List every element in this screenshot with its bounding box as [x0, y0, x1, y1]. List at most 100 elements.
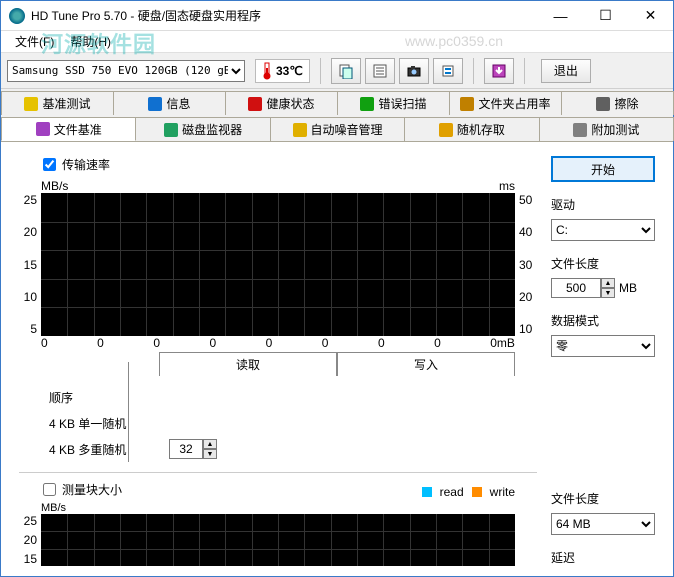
tab-label: 错误扫描: [378, 95, 426, 112]
start-button[interactable]: 开始: [551, 156, 655, 182]
chart2-plot-area: [41, 514, 515, 566]
filelen-down-button[interactable]: ▼: [601, 288, 615, 298]
rand-multi-label: 4 KB 多重随机: [49, 441, 159, 458]
transfer-rate-checkbox[interactable]: [43, 158, 56, 171]
tab1-5[interactable]: 擦除: [561, 91, 674, 115]
transfer-chart: 252015105 5040302010: [19, 193, 537, 336]
filelen-up-button[interactable]: ▲: [601, 278, 615, 288]
menubar: 河源软件园 www.pc0359.cn 文件(F) 帮助(H): [1, 31, 673, 53]
separator: [473, 58, 474, 84]
legend-read-label: read: [440, 485, 464, 499]
left-column: 传输速率 MB/s ms 252015105 5040302010 000000…: [19, 156, 537, 566]
tab-icon: [360, 97, 374, 111]
copy-info-button[interactable]: [331, 58, 361, 84]
separator: [320, 58, 321, 84]
block-size-checkbox[interactable]: [43, 483, 56, 496]
chart-plot-area: [41, 193, 515, 336]
drive-letter-select[interactable]: C:: [551, 219, 655, 241]
filelen-label: 文件长度: [551, 255, 655, 272]
y2-axis-left: 252015: [19, 514, 41, 566]
rand-single-label: 4 KB 单一随机: [49, 415, 159, 432]
tab-label: 健康状态: [266, 95, 314, 112]
right-column: 开始 驱动 C: 文件长度 ▲ ▼ MB 数据模式 零 文件长度 64 MB 延…: [551, 156, 655, 566]
close-button[interactable]: ✕: [628, 1, 673, 30]
tab1-2[interactable]: 健康状态: [225, 91, 338, 115]
y-left-unit: MB/s: [41, 179, 68, 193]
divider: [128, 362, 129, 462]
tab2-3[interactable]: 随机存取: [404, 117, 539, 141]
tab2-4[interactable]: 附加测试: [539, 117, 674, 141]
menu-help[interactable]: 帮助(H): [62, 31, 119, 52]
window-controls: ― ☐ ✕: [538, 1, 673, 30]
filelen2-select[interactable]: 64 MB: [551, 513, 655, 535]
app-icon: [9, 8, 25, 24]
multi-value-input[interactable]: [169, 439, 203, 459]
tab-icon: [248, 97, 262, 111]
multi-down-button[interactable]: ▼: [203, 449, 217, 459]
block-size-section: 测量块大小 read write MB/s 252015: [19, 472, 537, 566]
separator: [524, 58, 525, 84]
tab2-1[interactable]: 磁盘监视器: [135, 117, 270, 141]
tab-label: 文件夹占用率: [478, 95, 550, 112]
tab-label: 随机存取: [457, 121, 505, 138]
tab1-0[interactable]: 基准测试: [1, 91, 114, 115]
tab-icon: [164, 123, 178, 137]
content-area: 传输速率 MB/s ms 252015105 5040302010 000000…: [1, 141, 673, 576]
filelen-spinner: ▲ ▼: [551, 278, 615, 298]
filelen-input[interactable]: [551, 278, 601, 298]
copy-text-button[interactable]: [365, 58, 395, 84]
filelen2-label: 文件长度: [551, 490, 655, 507]
tab-label: 文件基准: [54, 121, 102, 138]
transfer-rate-label: 传输速率: [62, 156, 110, 173]
menu-file[interactable]: 文件(F): [7, 31, 62, 52]
tab-label: 自动噪音管理: [311, 121, 383, 138]
screenshot-button[interactable]: [399, 58, 429, 84]
delay-label: 延迟: [551, 549, 655, 566]
block-chart: 252015: [19, 514, 537, 566]
y-axis-left: 252015105: [19, 193, 41, 336]
tab-icon: [148, 97, 162, 111]
y-right-unit: ms: [499, 179, 515, 193]
read-write-header: 读取 写入: [159, 352, 515, 376]
params-section: 顺序 4 KB 单一随机 4 KB 多重随机 ▲ ▼: [19, 384, 537, 462]
multi-up-button[interactable]: ▲: [203, 439, 217, 449]
maximize-button[interactable]: ☐: [583, 1, 628, 30]
temperature-display: 33℃: [255, 59, 310, 83]
filelen-unit: MB: [619, 281, 637, 295]
tab-label: 信息: [166, 95, 190, 112]
chart2-unit: MB/s: [19, 502, 537, 514]
exit-button[interactable]: 退出: [541, 59, 591, 83]
tab-icon: [573, 123, 587, 137]
options-button[interactable]: [433, 58, 463, 84]
tab-icon: [24, 97, 38, 111]
window-title: HD Tune Pro 5.70 - 硬盘/固态硬盘实用程序: [31, 7, 538, 24]
toolbar: Samsung SSD 750 EVO 120GB (120 gB) 33℃ 退…: [1, 53, 673, 89]
tab1-3[interactable]: 错误扫描: [337, 91, 450, 115]
legend-read-swatch: [422, 487, 432, 497]
tab2-0[interactable]: 文件基准: [1, 117, 136, 141]
block-size-label: 测量块大小: [62, 481, 122, 498]
tab-icon: [36, 122, 50, 136]
tab-label: 附加测试: [591, 121, 639, 138]
tab1-1[interactable]: 信息: [113, 91, 226, 115]
datamode-label: 数据模式: [551, 312, 655, 329]
minimize-button[interactable]: ―: [538, 1, 583, 30]
tab-icon: [293, 123, 307, 137]
chart-units: MB/s ms: [19, 179, 537, 193]
tab1-4[interactable]: 文件夹占用率: [449, 91, 562, 115]
thermometer-icon: [262, 62, 272, 80]
tab-icon: [439, 123, 453, 137]
multi-spinner: ▲ ▼: [169, 439, 217, 459]
tab2-2[interactable]: 自动噪音管理: [270, 117, 405, 141]
tabs-row-2: 文件基准 磁盘监视器 自动噪音管理 随机存取 附加测试: [1, 115, 673, 141]
legend-write-swatch: [472, 487, 482, 497]
datamode-select[interactable]: 零: [551, 335, 655, 357]
tab-icon: [596, 97, 610, 111]
tab-icon: [460, 97, 474, 111]
transfer-rate-row: 传输速率: [19, 156, 537, 173]
drive-select[interactable]: Samsung SSD 750 EVO 120GB (120 gB): [7, 60, 245, 82]
temperature-value: 33℃: [276, 64, 303, 78]
tab-label: 基准测试: [42, 95, 90, 112]
watermark-url: www.pc0359.cn: [405, 33, 503, 49]
save-button[interactable]: [484, 58, 514, 84]
